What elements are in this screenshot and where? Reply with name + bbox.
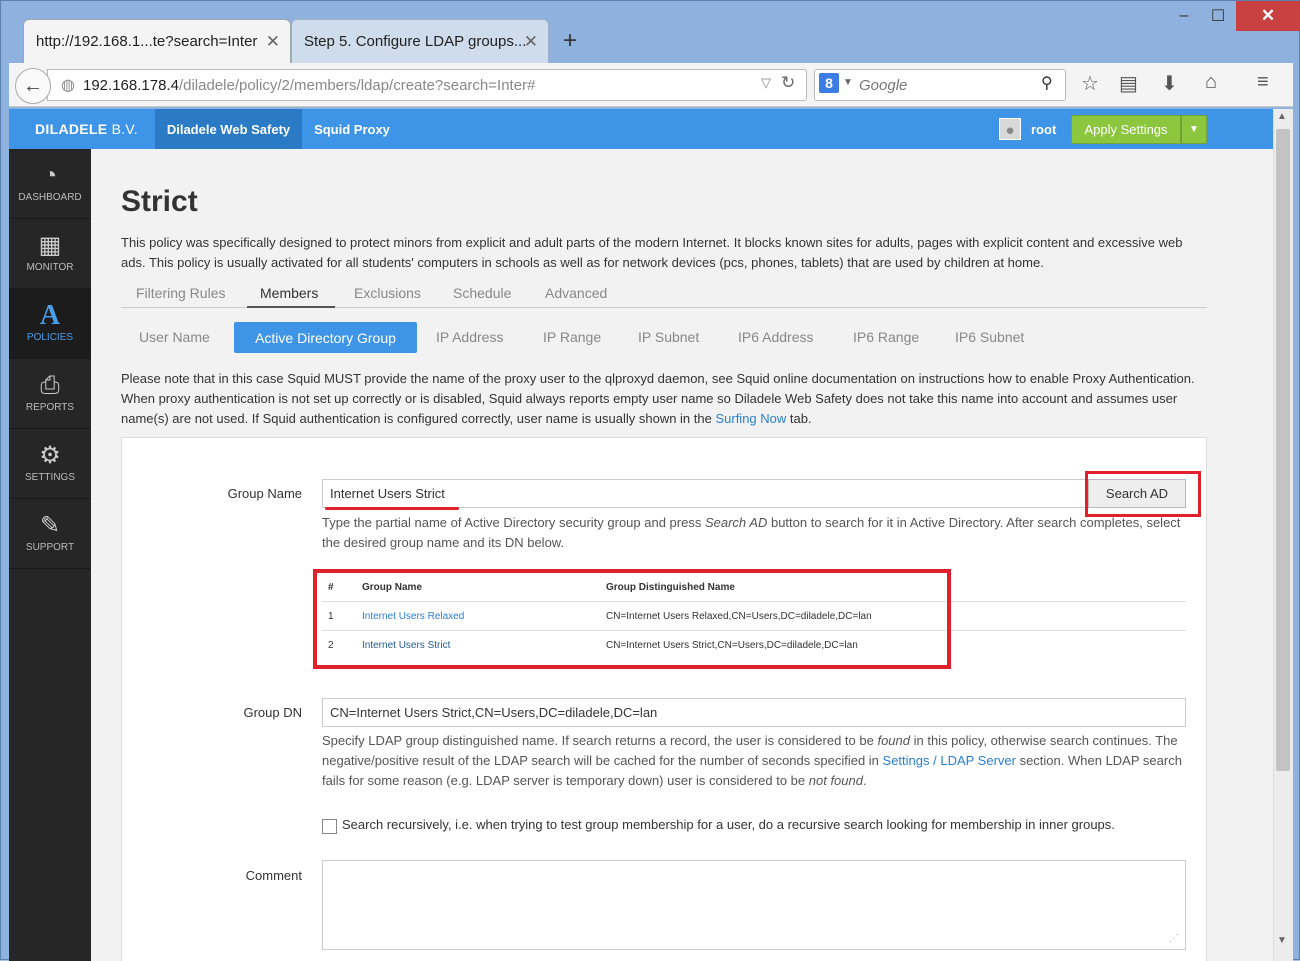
sidebar-item-label: REPORTS (25, 402, 75, 413)
subtab-ip6-subnet[interactable]: IP6 Subnet (955, 329, 1024, 345)
tab-filtering-rules[interactable]: Filtering Rules (136, 285, 225, 301)
subtab-ip6-range[interactable]: IP6 Range (853, 329, 919, 345)
settings-icon: ⚙ (39, 442, 61, 469)
user-avatar-icon[interactable]: ● (999, 118, 1021, 140)
tab-exclusions[interactable]: Exclusions (354, 285, 421, 301)
subtab-ip-address[interactable]: IP Address (436, 329, 503, 345)
scroll-up-icon[interactable]: ▲ (1277, 111, 1287, 122)
google-icon[interactable]: 8 (819, 73, 839, 93)
sidebar-item-reports[interactable]: ⎙ REPORTS (9, 359, 91, 429)
new-tab-icon[interactable]: + (563, 27, 577, 55)
group-dn-input[interactable]: CN=Internet Users Strict,CN=Users,DC=dil… (322, 698, 1186, 727)
download-icon[interactable]: ⬇ (1161, 71, 1178, 96)
close-tab-icon[interactable]: ✕ (524, 32, 538, 52)
reload-icon[interactable]: ↻ (781, 73, 795, 93)
proxy-auth-note: Please note that in this case Squid MUST… (121, 371, 1195, 426)
dashboard-icon: ◔ (42, 162, 58, 189)
subtab-user-name[interactable]: User Name (139, 329, 210, 345)
brand-logo[interactable]: DILADELE B.V. (35, 121, 138, 137)
sidebar-item-settings[interactable]: ⚙ SETTINGS (9, 429, 91, 499)
subtab-ip6-address[interactable]: IP6 Address (738, 329, 814, 345)
subtab-ip-range[interactable]: IP Range (543, 329, 601, 345)
browser-window: – ☐ ✕ http://192.168.1...te?search=Inter… (0, 0, 1300, 961)
scrollbar-thumb[interactable] (1276, 129, 1290, 771)
group-dn-help: Specify LDAP group distinguished name. I… (322, 733, 1182, 788)
scroll-down-icon[interactable]: ▼ (1277, 935, 1287, 946)
sidebar-item-label: DASHBOARD (18, 192, 82, 203)
resize-handle-icon[interactable]: ⋰ (1169, 933, 1179, 944)
menu-icon[interactable]: ≡ (1257, 71, 1269, 94)
recursive-search-label[interactable]: Search recursively, i.e. when trying to … (342, 817, 1115, 832)
group-name-label: Group Name (227, 486, 302, 501)
url-text[interactable]: 192.168.178.4/diladele/policy/2/members/… (83, 77, 535, 94)
sidebar-item-label: SETTINGS (24, 472, 75, 483)
support-icon: ✎ (39, 512, 61, 539)
url-host: 192.168.178.4 (83, 77, 179, 94)
sidebar-item-label: SUPPORT (25, 542, 75, 553)
url-dropdown-icon[interactable]: ▽ (761, 75, 771, 91)
user-name[interactable]: root (1031, 122, 1056, 137)
policies-icon: A (39, 300, 61, 331)
apply-dropdown-icon[interactable]: ▼ (1181, 115, 1207, 144)
nav-diladele-web-safety[interactable]: Diladele Web Safety (155, 109, 302, 149)
comment-textarea[interactable] (322, 860, 1186, 950)
close-tab-icon[interactable]: ✕ (266, 32, 280, 52)
sidebar-item-label: MONITOR (26, 262, 74, 273)
globe-icon: ◍ (61, 77, 75, 94)
tab-title: http://192.168.1...te?search=Inter (36, 33, 258, 50)
policy-description: This policy was specifically designed to… (121, 235, 1183, 270)
sidebar-item-support[interactable]: ✎ SUPPORT (9, 499, 91, 569)
apply-settings-button[interactable]: Apply Settings (1071, 115, 1181, 144)
search-input[interactable]: Google (859, 77, 907, 94)
url-path: /diladele/policy/2/members/ldap/create?s… (178, 77, 536, 94)
sidebar-item-monitor[interactable]: ▦ MONITOR (9, 219, 91, 289)
back-arrow-icon[interactable]: ← (15, 68, 51, 104)
app-header: DILADELE B.V. Diladele Web Safety Squid … (9, 109, 1273, 149)
tab-advanced[interactable]: Advanced (545, 285, 607, 301)
web-page: DILADELE B.V. Diladele Web Safety Squid … (9, 109, 1273, 961)
search-engine-dropdown-icon[interactable]: ▼ (843, 77, 853, 88)
page-title: Strict (121, 185, 198, 218)
tab-title: Step 5. Configure LDAP groups... (304, 33, 527, 50)
nav-squid-proxy[interactable]: Squid Proxy (302, 109, 402, 149)
monitor-icon: ▦ (38, 232, 62, 259)
subtab-ip-subnet[interactable]: IP Subnet (638, 329, 699, 345)
browser-tab-1[interactable]: http://192.168.1...te?search=Inter ✕ (23, 19, 291, 63)
ldap-settings-link[interactable]: Settings / LDAP Server (883, 753, 1016, 768)
highlight-box-search (1085, 471, 1201, 517)
sidebar-item-policies[interactable]: A POLICIES (9, 289, 91, 359)
active-tab-indicator (247, 306, 335, 308)
maximize-button[interactable]: ☐ (1201, 1, 1235, 31)
search-icon[interactable]: ⚲ (1041, 73, 1053, 93)
group-name-input[interactable]: Internet Users Strict (322, 479, 1088, 508)
highlight-underline (325, 507, 459, 510)
sidebar-item-label: POLICIES (26, 332, 74, 343)
bookmark-star-icon[interactable]: ☆ (1081, 71, 1099, 96)
reports-icon: ⎙ (40, 372, 60, 399)
sidebar-item-dashboard[interactable]: ◔ DASHBOARD (9, 149, 91, 219)
surfing-now-link[interactable]: Surfing Now (715, 411, 786, 426)
recursive-search-checkbox[interactable] (322, 819, 337, 834)
comment-label: Comment (245, 868, 302, 883)
browser-tab-2[interactable]: Step 5. Configure LDAP groups... ✕ (291, 19, 549, 63)
tab-members[interactable]: Members (260, 285, 318, 301)
group-name-help: Type the partial name of Active Director… (322, 515, 1181, 550)
sidebar: ◔ DASHBOARD ▦ MONITOR A POLICIES ⎙ REPOR… (9, 149, 91, 961)
minimize-button[interactable]: – (1167, 1, 1201, 31)
bookmarks-list-icon[interactable]: ▤ (1119, 71, 1138, 96)
tab-schedule[interactable]: Schedule (453, 285, 511, 301)
subtab-active-directory-group[interactable]: Active Directory Group (234, 322, 417, 353)
highlight-box-results (313, 569, 951, 669)
close-window-button[interactable]: ✕ (1236, 1, 1300, 31)
group-dn-label: Group DN (243, 705, 302, 720)
home-icon[interactable]: ⌂ (1205, 71, 1217, 94)
